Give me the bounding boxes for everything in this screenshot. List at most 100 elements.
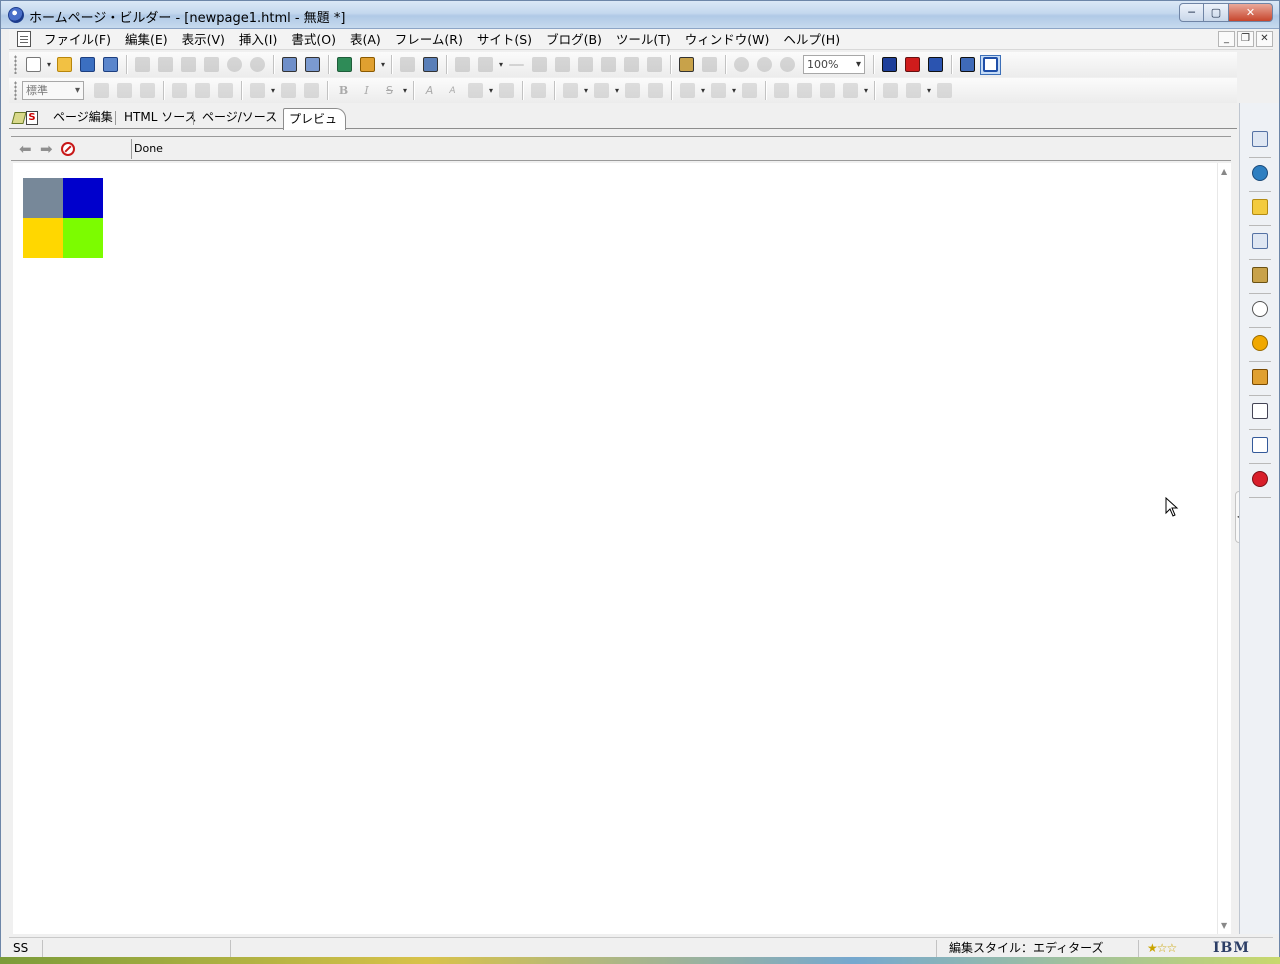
menu-edit[interactable]: 編集(E) — [118, 30, 175, 49]
clear-format-icon[interactable] — [496, 81, 517, 101]
save-icon[interactable] — [77, 55, 98, 75]
insert-image-icon[interactable] — [357, 55, 378, 75]
cut-icon[interactable] — [132, 55, 153, 75]
insert-row-icon[interactable] — [560, 81, 581, 101]
scroll-down-icon[interactable]: ▼ — [1221, 921, 1227, 930]
menu-view[interactable]: 表示(V) — [175, 30, 232, 49]
clipboard-icon[interactable] — [1252, 369, 1268, 385]
checkbox-icon[interactable] — [1252, 403, 1268, 419]
align-middle-icon[interactable] — [192, 81, 213, 101]
maximize-button[interactable]: ▢ — [1204, 3, 1229, 22]
menu-blog[interactable]: ブログ(B) — [539, 30, 609, 49]
document-icon[interactable] — [17, 31, 31, 47]
font-smaller-icon[interactable]: A — [442, 81, 463, 101]
image-map-icon[interactable] — [644, 55, 665, 75]
toolbar-grip[interactable] — [14, 55, 17, 74]
skill-level-stars[interactable]: ★☆☆ — [1147, 941, 1177, 955]
menu-format[interactable]: 書式(O) — [284, 30, 343, 49]
paragraph-style-select[interactable]: 標準 — [22, 81, 84, 100]
align-left-icon[interactable] — [91, 81, 112, 101]
indent-icon[interactable] — [301, 81, 322, 101]
menu-help[interactable]: ヘルプ(H) — [776, 30, 847, 49]
insert-link-icon[interactable] — [334, 55, 355, 75]
split-view-icon[interactable] — [925, 55, 946, 75]
spellcheck-icon[interactable] — [201, 55, 222, 75]
font-larger-icon[interactable]: A — [419, 81, 440, 101]
new-file-icon[interactable] — [23, 55, 44, 75]
webart-icon[interactable] — [676, 55, 697, 75]
list-icon[interactable] — [247, 81, 268, 101]
mdi-minimize-button[interactable]: _ — [1218, 31, 1235, 47]
outdent-icon[interactable] — [278, 81, 299, 101]
menu-table[interactable]: 表(A) — [343, 30, 388, 49]
marquee-icon[interactable] — [575, 55, 596, 75]
insert-column-icon[interactable] — [591, 81, 612, 101]
italic-icon[interactable]: I — [356, 81, 377, 101]
layout-box-icon[interactable] — [840, 81, 861, 101]
edit-page-icon[interactable] — [279, 55, 300, 75]
align-center-icon[interactable] — [114, 81, 135, 101]
layout-left-icon[interactable] — [771, 81, 792, 101]
parts-globe-icon[interactable] — [1252, 165, 1268, 181]
paste-icon[interactable] — [178, 55, 199, 75]
redo-icon[interactable] — [247, 55, 268, 75]
draw-icon[interactable] — [452, 55, 473, 75]
edit-properties-icon[interactable] — [302, 55, 323, 75]
cell-select-icon[interactable] — [677, 81, 698, 101]
split-cells-icon[interactable] — [645, 81, 666, 101]
chart-icon[interactable] — [699, 55, 720, 75]
menu-tools[interactable]: ツール(T) — [609, 30, 678, 49]
forward-arrow-icon[interactable]: ➡ — [40, 142, 56, 157]
tab-html-source[interactable]: HTML ソース — [124, 109, 197, 128]
list-view-icon[interactable] — [1252, 437, 1268, 453]
bold-icon[interactable]: B — [333, 81, 354, 101]
horizontal-rule-icon[interactable] — [506, 55, 527, 75]
picture-dropdown[interactable]: ▾ — [497, 60, 505, 69]
tab-page-source[interactable]: ページ/ソース — [202, 109, 277, 128]
picture-icon[interactable] — [475, 55, 496, 75]
preview-browser-icon[interactable] — [957, 55, 978, 75]
yen-coin-icon[interactable] — [1252, 335, 1268, 351]
zoom-out-icon[interactable] — [754, 55, 775, 75]
pages-icon[interactable] — [1252, 131, 1268, 147]
align-right-icon[interactable] — [137, 81, 158, 101]
mdi-restore-button[interactable]: ❐ — [1237, 31, 1254, 47]
insert-column-dropdown[interactable]: ▾ — [613, 86, 621, 95]
split-icon[interactable] — [598, 55, 619, 75]
mdi-close-button[interactable]: ✕ — [1256, 31, 1273, 47]
preview-content[interactable] — [13, 163, 1217, 934]
copy-icon[interactable] — [155, 55, 176, 75]
folder-icon[interactable] — [1252, 199, 1268, 215]
help-icon[interactable] — [1252, 471, 1268, 487]
source-view-icon[interactable] — [902, 55, 923, 75]
layout-box-dropdown[interactable]: ▾ — [862, 86, 870, 95]
paste-format-dropdown[interactable]: ▾ — [925, 86, 933, 95]
menu-frame[interactable]: フレーム(R) — [388, 30, 470, 49]
merge-icon[interactable] — [621, 55, 642, 75]
strike-icon[interactable]: S — [379, 81, 400, 101]
title-bar[interactable]: ホームページ・ビルダー - [newpage1.html - 無題 *] ─ ▢… — [1, 1, 1279, 29]
align-bottom-icon[interactable] — [215, 81, 236, 101]
merge-cells-icon[interactable] — [622, 81, 643, 101]
stop-icon[interactable] — [61, 142, 75, 156]
cell-properties-icon[interactable] — [739, 81, 760, 101]
zoom-in-icon[interactable] — [731, 55, 752, 75]
font-color-dropdown[interactable]: ▾ — [487, 86, 495, 95]
transfer-icon[interactable] — [420, 55, 441, 75]
undo-icon[interactable] — [224, 55, 245, 75]
table-insert-icon[interactable] — [528, 81, 549, 101]
side-panel-toggle-icon[interactable] — [980, 54, 1001, 75]
attributes-icon[interactable] — [934, 81, 955, 101]
font-color-icon[interactable] — [465, 81, 486, 101]
vertical-scrollbar[interactable]: ▲ ▼ — [1217, 163, 1231, 934]
tag-code-icon[interactable] — [1252, 301, 1268, 317]
text-style-dropdown[interactable]: ▾ — [401, 86, 409, 95]
site-tree-icon[interactable] — [1252, 233, 1268, 249]
toolbar-grip[interactable] — [14, 81, 17, 100]
layout-right-icon[interactable] — [794, 81, 815, 101]
insert-image-dropdown[interactable]: ▾ — [379, 60, 387, 69]
close-button[interactable]: ✕ — [1229, 3, 1273, 22]
save-all-icon[interactable] — [100, 55, 121, 75]
menu-window[interactable]: ウィンドウ(W) — [678, 30, 777, 49]
insert-row-dropdown[interactable]: ▾ — [582, 86, 590, 95]
